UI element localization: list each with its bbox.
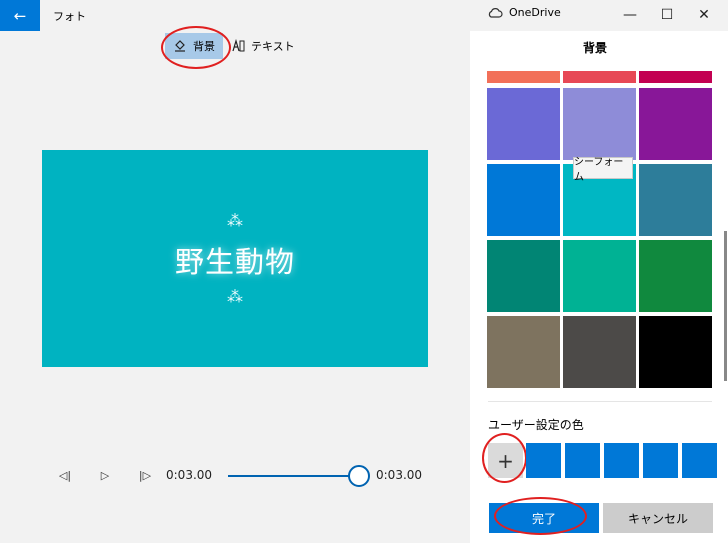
onedrive-label: OneDrive [509, 6, 561, 19]
done-button-label: 完了 [531, 511, 556, 526]
paint-bucket-icon [175, 40, 185, 52]
video-preview: ⁂ 野生動物 ⁂ [42, 150, 428, 367]
cancel-button-label: キャンセル [627, 511, 688, 526]
custom-color-swatch[interactable] [604, 443, 639, 478]
play-button[interactable]: ▷ [92, 469, 118, 482]
panel-title: 背景 [582, 41, 607, 55]
color-swatch[interactable] [487, 164, 560, 236]
cancel-button[interactable]: キャンセル [603, 503, 713, 533]
color-swatch[interactable] [639, 316, 712, 388]
custom-color-swatch[interactable] [682, 443, 717, 478]
preview-title: 野生動物 [174, 244, 295, 279]
divider [488, 401, 712, 402]
done-button[interactable]: 完了 [489, 503, 599, 533]
maximize-button[interactable]: ☐ [647, 4, 687, 26]
color-tooltip: シーフォーム [573, 157, 633, 183]
onedrive-indicator[interactable]: OneDrive [487, 6, 561, 19]
color-swatch[interactable] [487, 316, 560, 388]
color-swatch[interactable] [563, 316, 636, 388]
color-swatch[interactable] [487, 240, 560, 312]
seek-track[interactable] [228, 475, 352, 477]
app-title: フォト [53, 10, 86, 23]
color-swatch[interactable] [487, 88, 560, 160]
skip-forward-icon: |▷ [138, 468, 152, 482]
seek-thumb[interactable] [348, 465, 370, 487]
background-button[interactable]: 背景 [165, 33, 223, 59]
color-swatch[interactable] [639, 71, 712, 83]
title-bar: ← フォト OneDrive — ☐ ✕ [0, 0, 728, 31]
maximize-icon: ☐ [660, 7, 674, 23]
close-icon: ✕ [698, 7, 710, 23]
ornament-top-icon: ⁂ [227, 210, 243, 230]
close-button[interactable]: ✕ [684, 4, 724, 26]
text-button-label: テキスト [251, 40, 295, 53]
next-frame-button[interactable]: |▷ [132, 469, 158, 482]
minimize-button[interactable]: — [610, 4, 650, 26]
end-time: 0:03.00 [376, 468, 423, 482]
color-swatch[interactable] [563, 240, 636, 312]
cloud-icon [488, 7, 503, 18]
color-swatch[interactable] [487, 71, 560, 83]
back-button[interactable]: ← [0, 0, 40, 31]
color-swatch[interactable] [639, 164, 712, 236]
color-swatch[interactable] [639, 240, 712, 312]
play-icon: ▷ [100, 468, 110, 482]
add-custom-color-button[interactable]: + [488, 443, 523, 478]
text-button[interactable]: テキスト [223, 33, 303, 59]
custom-colors-label: ユーザー設定の色 [488, 418, 584, 432]
custom-color-swatch[interactable] [526, 443, 561, 478]
custom-color-swatch[interactable] [643, 443, 678, 478]
text-icon [232, 39, 245, 52]
previous-frame-button[interactable]: ◁| [52, 469, 78, 482]
playback-bar: ◁| ▷ |▷ 0:03.00 0:03.00 [52, 463, 432, 487]
skip-back-icon: ◁| [58, 468, 72, 482]
color-swatch[interactable] [563, 88, 636, 160]
plus-icon: + [497, 448, 514, 473]
editor-toolbar: 背景 テキスト [165, 33, 303, 59]
background-button-label: 背景 [193, 40, 215, 53]
minimize-icon: — [623, 7, 637, 23]
current-time: 0:03.00 [166, 468, 213, 482]
color-swatch[interactable] [639, 88, 712, 160]
ornament-bottom-icon: ⁂ [227, 286, 243, 306]
color-swatch[interactable] [563, 71, 636, 83]
panel-scrollbar[interactable] [724, 231, 727, 381]
arrow-left-icon: ← [13, 6, 27, 25]
custom-color-swatch[interactable] [565, 443, 600, 478]
